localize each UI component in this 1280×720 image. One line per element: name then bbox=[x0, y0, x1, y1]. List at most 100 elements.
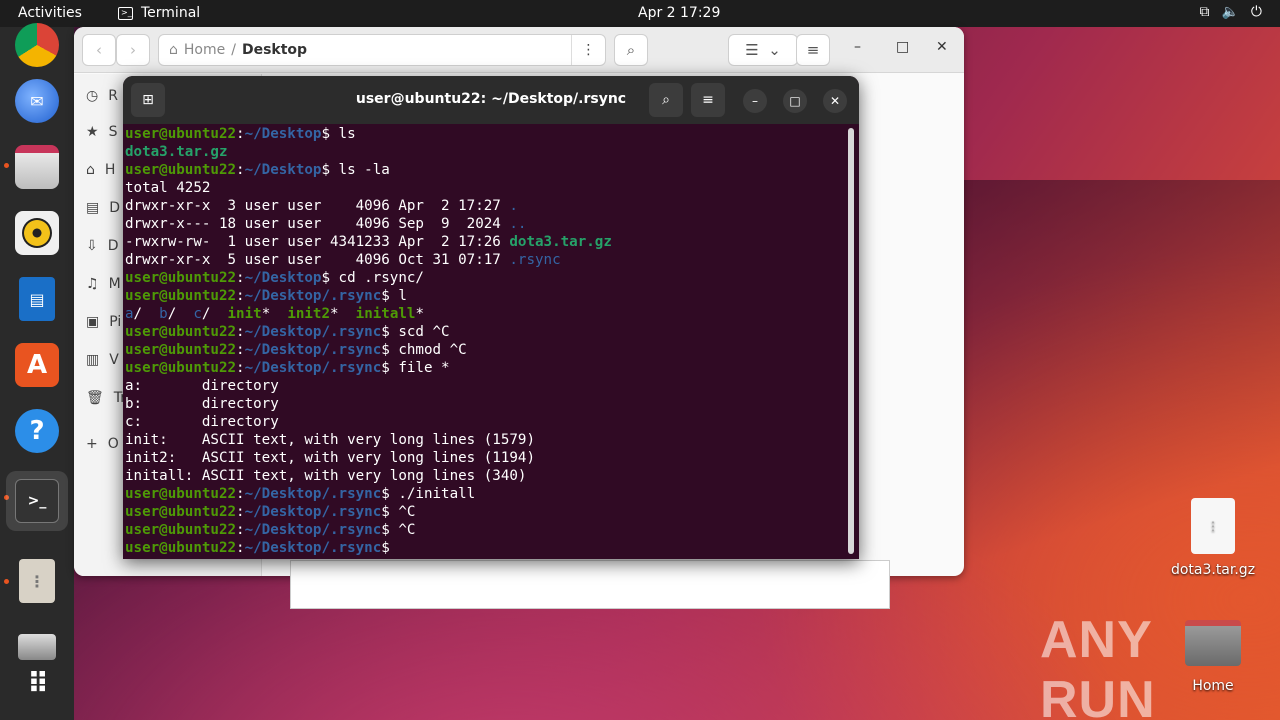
dock-thunderbird[interactable]: ✉ bbox=[11, 75, 63, 127]
running-indicator bbox=[4, 163, 9, 168]
view-toggle[interactable]: ☰ ⌄ bbox=[728, 34, 798, 66]
search-icon[interactable]: ⌕ bbox=[614, 34, 648, 66]
maximize-icon[interactable]: □ bbox=[783, 89, 807, 113]
files-header: ‹ › ⌂ Home / Desktop ⋮ ⌕ ☰ ⌄ ≡ – □ ✕ bbox=[74, 27, 964, 73]
app-menu[interactable]: >_ Terminal bbox=[118, 5, 200, 21]
sidebar-item-pictures[interactable]: ▣ Pi bbox=[86, 314, 121, 330]
terminal-line: user@ubuntu22:~/Desktop/.rsync$ chmod ^C bbox=[125, 342, 467, 358]
terminal-line: dota3.tar.gz bbox=[125, 144, 228, 160]
help-icon: ? bbox=[15, 409, 59, 453]
rhythmbox-icon bbox=[15, 211, 59, 255]
sidebar-item-other[interactable]: + O bbox=[86, 436, 119, 452]
desktop-file-label: dota3.tar.gz bbox=[1170, 562, 1256, 578]
system-tray[interactable]: ⧉ 🔈 ⏻ bbox=[1199, 4, 1262, 20]
power-icon: ⏻ bbox=[1250, 4, 1262, 20]
writer-icon: ▤ bbox=[19, 277, 55, 321]
terminal-line: user@ubuntu22:~/Desktop/.rsync$ ./inital… bbox=[125, 486, 476, 502]
terminal-icon: >_ bbox=[118, 6, 133, 20]
clock[interactable]: Apr 2 17:29 bbox=[638, 5, 720, 21]
dock: ✉ ▤ A ? >_ ⋮ ⠿ bbox=[0, 23, 74, 720]
chrome-icon bbox=[15, 23, 59, 67]
dock-files[interactable] bbox=[11, 141, 63, 193]
terminal-app-icon: >_ bbox=[15, 479, 59, 523]
back-button[interactable]: ‹ bbox=[82, 34, 116, 66]
app-center-icon: A bbox=[15, 343, 59, 387]
terminal-line: initall: ASCII text, with very long line… bbox=[125, 468, 527, 484]
sidebar-item-downloads[interactable]: ⇩ D bbox=[86, 238, 119, 254]
running-indicator bbox=[4, 579, 9, 584]
home-icon: ⌂ bbox=[169, 42, 178, 58]
archive-file-icon: ⋮ bbox=[1191, 498, 1235, 554]
terminal-line: user@ubuntu22:~/Desktop/.rsync$ ^C bbox=[125, 522, 416, 538]
path-home[interactable]: Home bbox=[184, 42, 225, 58]
dock-chrome[interactable] bbox=[11, 19, 63, 71]
download-icon: ⇩ bbox=[86, 238, 98, 254]
terminal-scrollbar[interactable] bbox=[848, 128, 854, 554]
terminal-line: b: directory bbox=[125, 396, 279, 412]
dock-help[interactable]: ? bbox=[11, 405, 63, 457]
forward-button[interactable]: › bbox=[116, 34, 150, 66]
network-icon: ⧉ bbox=[1199, 4, 1210, 20]
sidebar-item-music[interactable]: ♫ M bbox=[86, 276, 121, 292]
terminal-line: user@ubuntu22:~/Desktop$ cd .rsync/ bbox=[125, 270, 424, 286]
star-icon: ★ bbox=[86, 124, 99, 140]
top-bar: Activities >_ Terminal Apr 2 17:29 ⧉ 🔈 ⏻ bbox=[0, 0, 1280, 27]
list-view-icon: ☰ bbox=[745, 41, 759, 59]
video-icon: ▥ bbox=[86, 352, 100, 368]
terminal-line: user@ubuntu22:~/Desktop/.rsync$ file * bbox=[125, 360, 450, 376]
terminal-line: user@ubuntu22:~/Desktop$ ls -la bbox=[125, 162, 390, 178]
sidebar-item-trash[interactable]: 🗑 Tr bbox=[86, 390, 126, 406]
close-icon[interactable]: ✕ bbox=[823, 89, 847, 113]
files-icon bbox=[15, 145, 59, 189]
home-icon: ⌂ bbox=[86, 162, 95, 178]
grid-icon: ⠿ bbox=[27, 666, 49, 700]
path-menu-icon[interactable]: ⋮ bbox=[571, 35, 605, 65]
terminal-line: user@ubuntu22:~/Desktop/.rsync$ ^C bbox=[125, 504, 416, 520]
archive-icon: ⋮ bbox=[19, 559, 55, 603]
sidebar-item-recent[interactable]: ◷ R bbox=[86, 88, 118, 104]
trash-icon: 🗑 bbox=[86, 390, 104, 406]
terminal-line: user@ubuntu22:~/Desktop/.rsync$ l bbox=[125, 288, 407, 304]
terminal-line: init: ASCII text, with very long lines (… bbox=[125, 432, 535, 448]
path-current[interactable]: Desktop bbox=[242, 42, 307, 58]
document-icon: ▤ bbox=[86, 200, 100, 216]
sidebar-item-home[interactable]: ⌂ H bbox=[86, 162, 115, 178]
terminal-line: drwxr-xr-x 5 user user 4096 Oct 31 07:17… bbox=[125, 252, 561, 268]
terminal-line: user@ubuntu22:~/Desktop$ ls bbox=[125, 126, 356, 142]
plus-icon: + bbox=[86, 436, 98, 452]
background-dialog bbox=[290, 560, 890, 609]
dock-archive[interactable]: ⋮ bbox=[11, 555, 63, 607]
show-apps-button[interactable]: ⠿ bbox=[11, 657, 63, 709]
terminal-titlebar: ⊞ user@ubuntu22: ~/Desktop/.rsync ⌕ ≡ – … bbox=[123, 76, 859, 124]
menu-icon[interactable]: ≡ bbox=[796, 34, 830, 66]
terminal-line: drwxr-x--- 18 user user 4096 Sep 9 2024 … bbox=[125, 216, 527, 232]
dock-terminal[interactable]: >_ bbox=[6, 471, 68, 531]
clock-icon: ◷ bbox=[86, 88, 99, 104]
dock-writer[interactable]: ▤ bbox=[11, 273, 63, 325]
dock-app-center[interactable]: A bbox=[11, 339, 63, 391]
music-icon: ♫ bbox=[86, 276, 99, 292]
path-bar[interactable]: ⌂ Home / Desktop ⋮ bbox=[158, 34, 606, 66]
chevron-down-icon: ⌄ bbox=[768, 41, 781, 59]
terminal-line: -rwxrw-rw- 1 user user 4341233 Apr 2 17:… bbox=[125, 234, 612, 250]
terminal-line: total 4252 bbox=[125, 180, 211, 196]
minimize-icon[interactable]: – bbox=[854, 39, 861, 55]
dock-rhythmbox[interactable] bbox=[11, 207, 63, 259]
terminal-output[interactable]: user@ubuntu22:~/Desktop$ ls dota3.tar.gz u… bbox=[125, 125, 847, 559]
terminal-line: c: directory bbox=[125, 414, 279, 430]
picture-icon: ▣ bbox=[86, 314, 100, 330]
desktop-file-dota3[interactable]: ⋮ dota3.tar.gz bbox=[1168, 498, 1258, 578]
hamburger-menu-icon[interactable]: ≡ bbox=[691, 83, 725, 117]
sidebar-item-starred[interactable]: ★ S bbox=[86, 124, 117, 140]
sidebar-item-videos[interactable]: ▥ V bbox=[86, 352, 119, 368]
sidebar-item-documents[interactable]: ▤ D bbox=[86, 200, 120, 216]
thunderbird-icon: ✉ bbox=[15, 79, 59, 123]
volume-icon: 🔈 bbox=[1221, 4, 1239, 20]
terminal-window: ⊞ user@ubuntu22: ~/Desktop/.rsync ⌕ ≡ – … bbox=[123, 76, 859, 559]
minimize-icon[interactable]: – bbox=[743, 89, 767, 113]
close-icon[interactable]: ✕ bbox=[936, 39, 948, 55]
terminal-line: init2: ASCII text, with very long lines … bbox=[125, 450, 535, 466]
maximize-icon[interactable]: □ bbox=[896, 39, 909, 55]
terminal-line: user@ubuntu22:~/Desktop/.rsync$ bbox=[125, 540, 390, 556]
search-icon[interactable]: ⌕ bbox=[649, 83, 683, 117]
